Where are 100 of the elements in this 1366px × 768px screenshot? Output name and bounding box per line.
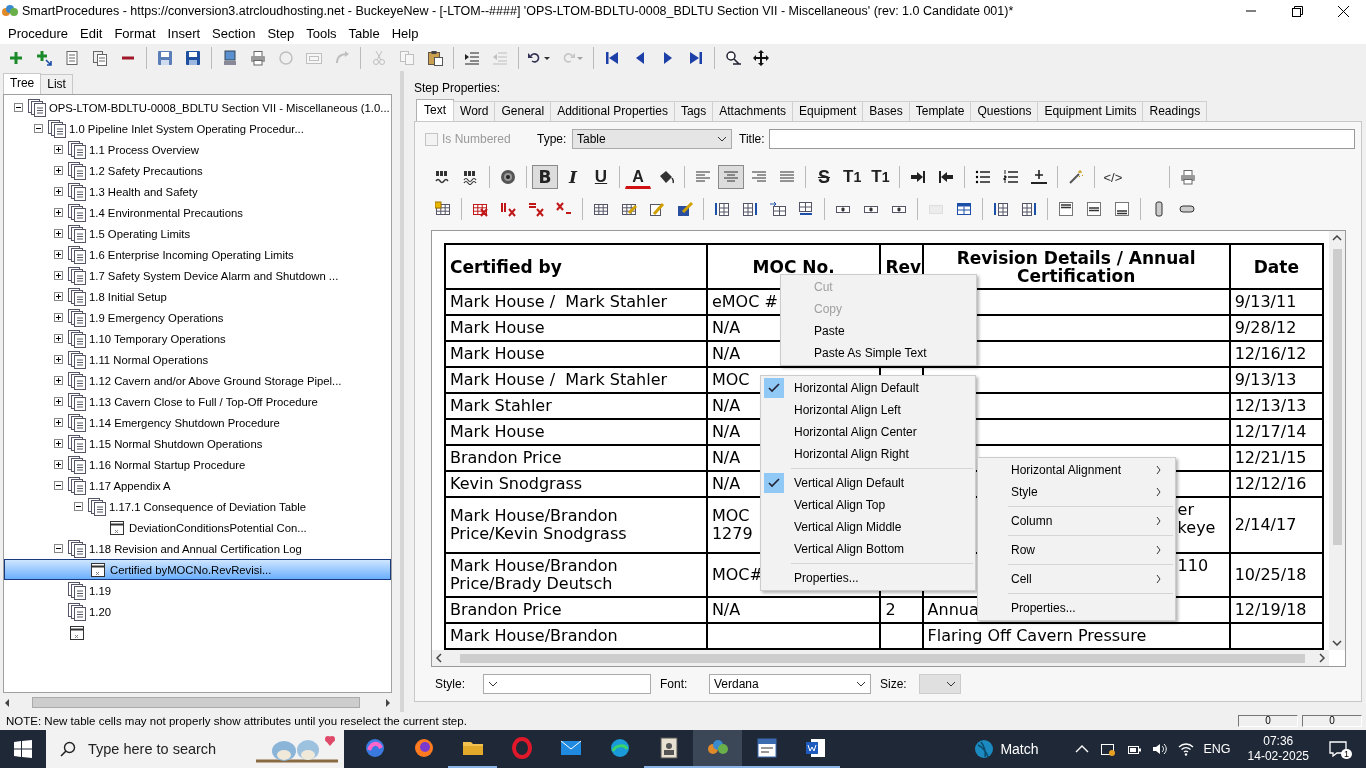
tree-item[interactable]: 1.12 Cavern and/or Above Ground Storage Pipel... xyxy=(88,374,342,387)
plus-box-icon[interactable] xyxy=(53,145,63,154)
italic-button[interactable]: I xyxy=(560,165,586,189)
plus-box-icon[interactable] xyxy=(53,229,63,238)
tree-item[interactable]: 1.5 Operating Limits xyxy=(88,227,191,240)
menu-item[interactable]: Table xyxy=(342,23,386,43)
tree-item[interactable]: 1.8 Initial Setup xyxy=(88,290,167,303)
strikethrough-button[interactable]: S xyxy=(811,165,837,189)
tree-item[interactable]: 1.15 Normal Shutdown Operations xyxy=(88,437,263,450)
clock-date[interactable]: 14-02-2025 xyxy=(1247,749,1309,764)
tree-item[interactable]: 1.7 Safety System Device Alarm and Shutdown ... xyxy=(88,269,339,282)
caret-icon[interactable] xyxy=(856,681,866,687)
underline-button[interactable]: U xyxy=(588,165,614,189)
scroll-thumb[interactable] xyxy=(32,697,360,708)
search-field[interactable]: Type here to search xyxy=(46,730,344,768)
tree-item[interactable]: 1.1 Process Overview xyxy=(88,143,199,156)
code-view-button[interactable]: </> xyxy=(1099,165,1127,189)
tree-item[interactable]: 1.13 Cavern Close to Full / Top-Off Procedure xyxy=(88,395,318,408)
notification-icon[interactable] xyxy=(1329,741,1347,757)
tab[interactable]: List xyxy=(40,74,73,94)
tree-item[interactable]: 1.4 Environmental Precautions xyxy=(88,206,243,219)
tab[interactable]: Tree xyxy=(3,73,42,94)
minus-box-icon[interactable] xyxy=(53,544,63,553)
tab[interactable]: Tags xyxy=(673,101,714,121)
menu-item[interactable]: Cell xyxy=(980,568,1173,590)
language-indicator[interactable]: ENG xyxy=(1203,742,1231,756)
tree-item[interactable]: 1.10 Temporary Operations xyxy=(88,332,226,345)
arrow-right-icon[interactable] xyxy=(384,698,392,707)
menu-item[interactable]: Edit xyxy=(74,23,109,43)
plus-box-icon[interactable] xyxy=(53,271,63,280)
tab[interactable]: Readings xyxy=(1142,101,1208,121)
scroll-thumb[interactable] xyxy=(1332,249,1342,545)
plus-box-icon[interactable] xyxy=(53,313,63,322)
menu-item[interactable]: Procedure xyxy=(2,23,74,43)
caret-icon[interactable] xyxy=(488,681,498,687)
tree-item[interactable]: 1.17.1 Consequence of Deviation Table xyxy=(108,500,306,513)
minus-box-icon[interactable] xyxy=(73,502,83,511)
plus-box-icon[interactable] xyxy=(53,187,63,196)
tab[interactable]: Text xyxy=(416,99,454,121)
tree-item[interactable]: 1.11 Normal Operations xyxy=(88,353,209,366)
arrow-up-icon[interactable] xyxy=(1332,235,1342,241)
caret-icon[interactable] xyxy=(717,136,727,142)
tree-item[interactable]: 1.6 Enterprise Incoming Operating Limits xyxy=(88,248,294,261)
type-dropdown[interactable]: Table xyxy=(572,129,732,149)
tab[interactable]: Equipment Limits xyxy=(1037,101,1144,121)
tree-item[interactable]: 1.2 Safety Precautions xyxy=(88,164,203,177)
minus-box-icon[interactable] xyxy=(13,103,23,112)
minus-box-icon[interactable] xyxy=(53,481,63,490)
minus-box-icon[interactable] xyxy=(33,124,43,133)
plus-box-icon[interactable] xyxy=(53,460,63,469)
menu-item[interactable]: Help xyxy=(385,23,425,43)
tab[interactable]: Questions xyxy=(970,101,1039,121)
menu-item[interactable]: Column xyxy=(980,510,1173,532)
tree-item[interactable]: 1.18 Revision and Annual Certification Log xyxy=(88,542,302,555)
tab[interactable]: Equipment xyxy=(791,101,864,121)
menu-item[interactable]: Format xyxy=(108,23,162,43)
arrow-right-icon[interactable] xyxy=(1319,653,1325,663)
tab[interactable]: Word xyxy=(453,101,496,121)
tree-item[interactable]: 1.20 xyxy=(88,605,111,618)
tree-item[interactable]: 1.19 xyxy=(88,584,111,597)
title-field[interactable] xyxy=(769,129,1355,149)
tree-item[interactable]: Certified byMOCNo.RevRevisi... xyxy=(109,563,272,576)
tree-item[interactable]: 1.16 Normal Startup Procedure xyxy=(88,458,246,471)
font-color-button[interactable]: A xyxy=(625,165,651,189)
tree-item[interactable]: DeviationConditionsPotential Con... xyxy=(128,521,307,534)
plus-box-icon[interactable] xyxy=(53,397,63,406)
arrow-left-icon[interactable] xyxy=(436,653,442,663)
menu-item[interactable]: Tools xyxy=(300,23,343,43)
app-logo-icon[interactable] xyxy=(693,730,742,768)
menu-item[interactable]: Horizontal Alignment xyxy=(980,459,1173,481)
plus-box-icon[interactable] xyxy=(53,334,63,343)
menu-item[interactable]: Insert xyxy=(161,23,207,43)
plus-box-icon[interactable] xyxy=(53,418,63,427)
tree-item[interactable]: 1.0 Pipeline Inlet System Operating Procedur... xyxy=(68,122,304,135)
plus-box-icon[interactable] xyxy=(53,250,63,259)
globe-icon[interactable] xyxy=(974,739,995,759)
wifi-icon[interactable] xyxy=(1177,741,1194,757)
align-center-icon[interactable] xyxy=(718,165,744,189)
arrow-left-icon[interactable] xyxy=(3,698,11,707)
clock-time[interactable]: 07:36 xyxy=(1263,734,1294,749)
widget-label[interactable]: Match xyxy=(1000,741,1039,757)
plus-box-icon[interactable] xyxy=(53,376,63,385)
plus-box-icon[interactable] xyxy=(53,208,63,217)
arrow-down-icon[interactable] xyxy=(1332,640,1342,646)
scroll-thumb[interactable] xyxy=(460,653,1305,663)
speaker-icon[interactable] xyxy=(1151,741,1168,757)
plus-box-icon[interactable] xyxy=(53,166,63,175)
menu-item[interactable]: Section xyxy=(206,23,262,43)
tree-item[interactable]: OPS-LTOM-BDLTU-0008_BDLTU Section VII - Miscellaneous (1.0... xyxy=(48,101,390,114)
tab[interactable]: Additional Properties xyxy=(550,101,675,121)
tree-item[interactable]: 1.17 Appendix A xyxy=(88,479,171,492)
plus-box-icon[interactable] xyxy=(53,439,63,448)
menu-item[interactable]: Properties... xyxy=(980,597,1173,619)
tab[interactable]: Template xyxy=(908,101,972,121)
bold-button[interactable]: B xyxy=(532,165,558,189)
horizontal-scrollbar[interactable] xyxy=(432,650,1329,666)
network-card-icon[interactable] xyxy=(1099,741,1116,757)
tree-item[interactable]: 1.3 Health and Safety xyxy=(88,185,198,198)
vertical-scrollbar[interactable] xyxy=(1329,231,1345,650)
plus-box-icon[interactable] xyxy=(53,292,63,301)
